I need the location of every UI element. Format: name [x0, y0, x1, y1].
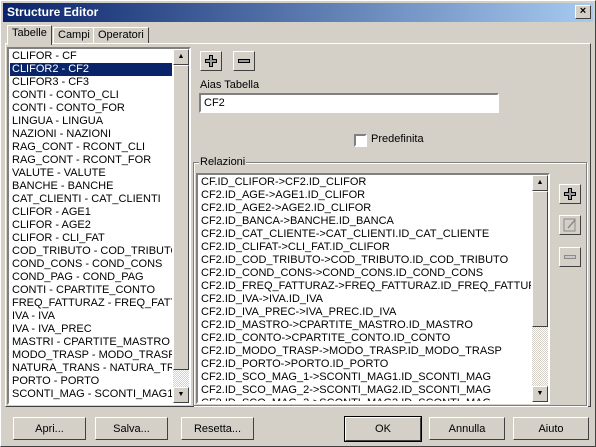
tables-list-items: CLIFOR - CF CLIFOR2 - CF2 CLIFOR3 - CF3 CON… — [10, 50, 172, 402]
table-list-item[interactable]: RAG_CONT - RCONT_CLI — [10, 141, 172, 154]
table-list-item[interactable]: CLIFOR3 - CF3 — [10, 76, 172, 89]
reset-button-label: Resetta... — [193, 422, 242, 435]
relations-list[interactable]: CF.ID_CLIFOR->CF2.ID_CLIFOR CF2.ID_AGE->A… — [196, 173, 550, 404]
reset-button[interactable]: Resetta... — [181, 417, 254, 440]
edit-relation-button[interactable] — [559, 215, 581, 235]
table-list-item[interactable]: IVA - IVA — [10, 310, 172, 323]
relations-list-items: CF.ID_CLIFOR->CF2.ID_CLIFOR CF2.ID_AGE->A… — [199, 176, 531, 401]
tables-scroll-up-button[interactable]: ▲ — [173, 49, 189, 65]
table-list-item[interactable]: CLIFOR2 - CF2 — [10, 63, 172, 76]
relation-list-item[interactable]: CF2.ID_COD_TRIBUTO->COD_TRIBUTO.ID_COD_T… — [199, 254, 531, 267]
tab-tabelle[interactable]: Tabelle — [7, 25, 52, 45]
ok-button[interactable]: OK — [344, 416, 422, 442]
table-list-item[interactable]: MODO_TRASP - MODO_TRASP — [10, 349, 172, 362]
relation-list-item[interactable]: CF2.ID_COND_CONS->COND_CONS.ID_COND_CONS — [199, 267, 531, 280]
relation-list-item[interactable]: CF2.ID_IVA_PREC->IVA_PREC.ID_IVA — [199, 306, 531, 319]
alias-value: CF2 — [204, 97, 225, 109]
table-list-item[interactable]: NAZIONI - NAZIONI — [10, 128, 172, 141]
tab-campi[interactable]: Campi — [53, 27, 95, 44]
table-list-item[interactable]: NATURA_TRANS - NATURA_TR — [10, 362, 172, 375]
relations-title: Relazioni — [199, 156, 247, 168]
open-button-label: Apri... — [35, 422, 64, 435]
plus-icon — [564, 188, 576, 200]
cancel-button[interactable]: Annulla — [429, 417, 505, 440]
table-list-item[interactable]: CAT_CLIENTI - CAT_CLIENTI — [10, 193, 172, 206]
relation-list-item[interactable]: CF2.ID_CAT_CLIENTE->CAT_CLIENTI.ID_CAT_C… — [199, 228, 531, 241]
relations-scrollbar[interactable]: ▲ ▼ — [532, 175, 548, 402]
alias-label: Aias Tabella — [200, 79, 260, 91]
table-list-item[interactable]: RAG_CONT - RCONT_FOR — [10, 154, 172, 167]
table-list-item[interactable]: COND_CONS - COND_CONS — [10, 258, 172, 271]
relations-scroll-up-button[interactable]: ▲ — [532, 175, 548, 191]
relation-list-item[interactable]: CF2.ID_CONTO->CPARTITE_CONTO.ID_CONTO — [199, 332, 531, 345]
window-title: Structure Editor — [7, 5, 99, 19]
close-icon: × — [579, 5, 587, 17]
table-list-item[interactable]: CLIFOR - AGE1 — [10, 206, 172, 219]
table-list-item[interactable]: PORTO - PORTO — [10, 375, 172, 388]
remove-table-button[interactable] — [233, 51, 255, 71]
predefinita-label: Predefinita — [371, 133, 424, 145]
relation-list-item[interactable]: CF2.ID_CLIFAT->CLI_FAT.ID_CLIFOR — [199, 241, 531, 254]
relation-list-item[interactable]: CF2.ID_SCO_MAG_1->SCONTI_MAG1.ID_SCONTI_… — [199, 371, 531, 384]
relation-list-item[interactable]: CF.ID_CLIFOR->CF2.ID_CLIFOR — [199, 176, 531, 189]
title-bar[interactable]: Structure Editor × — [3, 3, 593, 22]
table-list-item[interactable]: BANCHE - BANCHE — [10, 180, 172, 193]
relation-list-item[interactable]: CF2.ID_MASTRO->CPARTITE_MASTRO.ID_MASTRO — [199, 319, 531, 332]
tables-list[interactable]: CLIFOR - CF CLIFOR2 - CF2 CLIFOR3 - CF3 CON… — [7, 47, 191, 405]
table-list-item[interactable]: LINGUA - LINGUA — [10, 115, 172, 128]
arrow-up-icon: ▲ — [536, 179, 544, 186]
table-list-item[interactable]: CONTI - CONTO_FOR — [10, 102, 172, 115]
table-list-item[interactable]: COD_TRIBUTO - COD_TRIBUTO — [10, 245, 172, 258]
ok-button-label: OK — [375, 423, 391, 435]
relation-list-item[interactable]: CF2.ID_FREQ_FATTURAZ->FREQ_FATTURAZ.ID_F… — [199, 280, 531, 293]
arrow-down-icon: ▼ — [177, 391, 185, 398]
table-list-item[interactable]: VALUTE - VALUTE — [10, 167, 172, 180]
table-list-item[interactable]: FREQ_FATTURAZ - FREQ_FATT — [10, 297, 172, 310]
table-list-item[interactable]: SCONTI_MAG - SCONTI_MAG2 — [10, 401, 172, 402]
tab-operatori[interactable]: Operatori — [93, 27, 149, 44]
table-list-item[interactable]: MASTRI - CPARTITE_MASTRO — [10, 336, 172, 349]
table-list-item[interactable]: SCONTI_MAG - SCONTI_MAG1 — [10, 388, 172, 401]
arrow-up-icon: ▲ — [177, 53, 185, 60]
relation-list-item[interactable]: CF2.ID_PORTO->PORTO.ID_PORTO — [199, 358, 531, 371]
table-list-item[interactable]: CLIFOR - CF — [10, 50, 172, 63]
plus-icon — [205, 55, 217, 67]
relation-list-item[interactable]: CF2.ID_AGE->AGE1.ID_CLIFOR — [199, 189, 531, 202]
table-list-item[interactable]: IVA - IVA_PREC — [10, 323, 172, 336]
table-list-item[interactable]: COND_PAG - COND_PAG — [10, 271, 172, 284]
close-button[interactable]: × — [575, 5, 591, 19]
relations-scroll-down-button[interactable]: ▼ — [532, 386, 548, 402]
predefinita-checkbox[interactable] — [354, 134, 367, 147]
relations-scroll-thumb[interactable] — [532, 191, 548, 327]
structure-editor-window: Structure Editor × Tabelle Campi Operato… — [0, 0, 596, 447]
relation-list-item[interactable]: CF2.ID_SCO_MAG_2->SCONTI_MAG2.ID_SCONTI_… — [199, 384, 531, 397]
help-button-label: Aiuto — [538, 422, 564, 435]
table-list-item[interactable]: CONTI - CPARTITE_CONTO — [10, 284, 172, 297]
remove-relation-button[interactable] — [559, 247, 581, 267]
relation-list-item[interactable]: CF2.ID_IVA->IVA.ID_IVA — [199, 293, 531, 306]
edit-icon — [563, 218, 576, 232]
save-button-label: Salva... — [113, 422, 150, 435]
relation-list-item[interactable]: CF2.ID_BANCA->BANCHE.ID_BANCA — [199, 215, 531, 228]
add-table-button[interactable] — [200, 51, 222, 71]
alias-input[interactable]: CF2 — [199, 93, 499, 113]
relation-list-item[interactable]: CF2.ID_AGE2->AGE2.ID_CLIFOR — [199, 202, 531, 215]
tables-scroll-down-button[interactable]: ▼ — [173, 387, 189, 403]
relation-list-item[interactable]: CF2.ID_MODO_TRASP->MODO_TRASP.ID_MODO_TR… — [199, 345, 531, 358]
tables-scrollbar[interactable]: ▲ ▼ — [173, 49, 189, 403]
add-relation-button[interactable] — [559, 184, 581, 204]
table-list-item[interactable]: CLIFOR - AGE2 — [10, 219, 172, 232]
help-button[interactable]: Aiuto — [513, 417, 589, 440]
save-button[interactable]: Salva... — [95, 417, 168, 440]
table-list-item[interactable]: CONTI - CONTO_CLI — [10, 89, 172, 102]
arrow-down-icon: ▼ — [536, 390, 544, 397]
tables-scroll-thumb[interactable] — [173, 65, 189, 370]
minus-icon — [238, 59, 250, 63]
open-button[interactable]: Apri... — [13, 417, 86, 440]
table-list-item[interactable]: CLIFOR - CLI_FAT — [10, 232, 172, 245]
relation-list-item[interactable]: CF2.ID_SCO_MAG_3->SCONTI_MAG3.ID_SCONTI_… — [199, 397, 531, 401]
minus-icon — [564, 255, 576, 259]
cancel-button-label: Annulla — [448, 422, 486, 435]
